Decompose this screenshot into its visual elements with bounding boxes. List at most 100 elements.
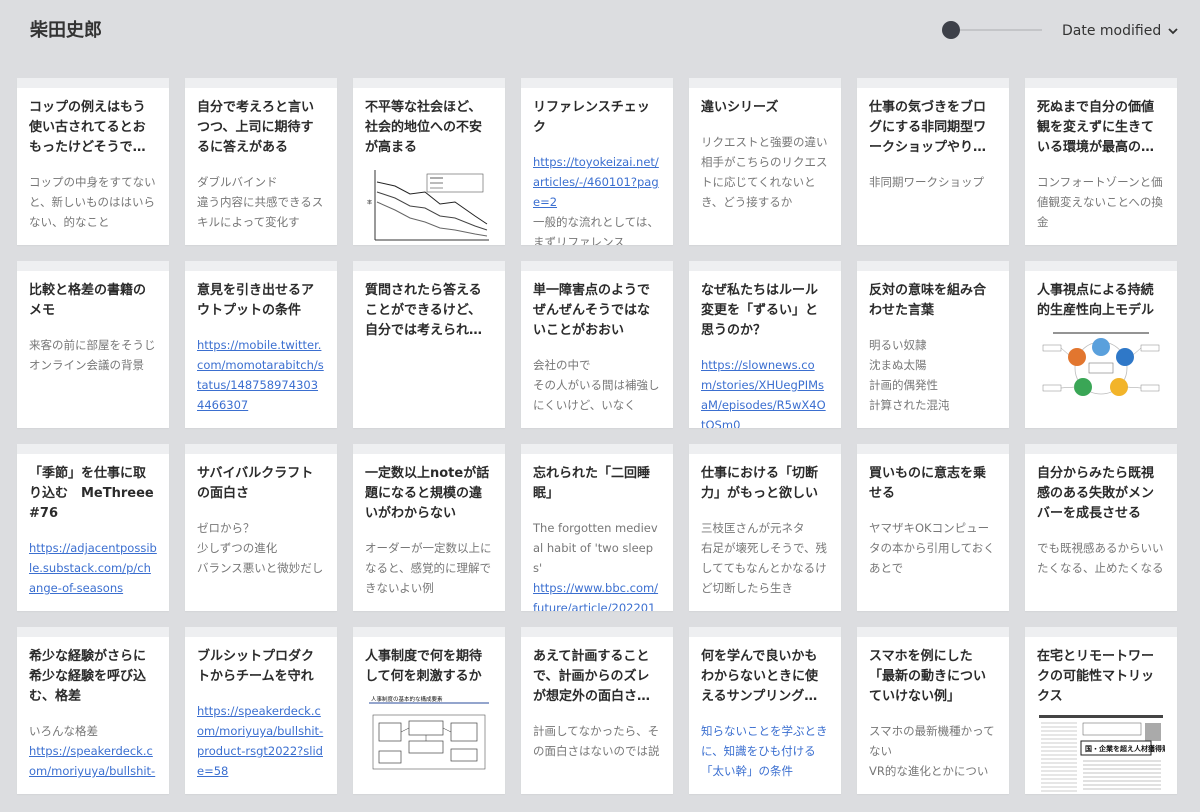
note-card-link[interactable]: https://www.bbc.com/future/article/20220… bbox=[533, 578, 661, 611]
svg-text:率: 率 bbox=[367, 199, 372, 206]
note-card-line: The forgotten medieval habit of 'two sle… bbox=[533, 521, 658, 575]
note-card[interactable]: ブルシットプロダクトからチームを守れ https://speakerdeck.co… bbox=[185, 627, 337, 794]
note-card-line: その人がいる間は補強しにくいけど、いなく bbox=[533, 378, 660, 412]
note-card[interactable]: リファレンスチェック https://toyokeizai.net/article… bbox=[521, 78, 673, 245]
note-card-body: https://mobile.twitter.com/momotarabitch… bbox=[197, 335, 325, 415]
note-card-link[interactable]: https://toyokeizai.net/articles/-/460101… bbox=[533, 152, 661, 212]
note-card-title: 質問されたら答えることができるけど、自分では考えられ… bbox=[365, 283, 483, 338]
note-card-line: 一般的な流れとしては、まずリファレンス bbox=[533, 215, 659, 245]
note-card-line: 違う内容に共感できるスキルによって変化す bbox=[197, 195, 324, 229]
note-card[interactable]: 意見を引き出せるアウトプットの条件 https://mobile.twitter.… bbox=[185, 261, 337, 428]
note-card-line: いろんな格差 bbox=[29, 724, 98, 738]
note-card-body: https://slownews.com/stories/XHUegPIMsaM… bbox=[701, 355, 829, 428]
note-card-link[interactable]: https://speakerdeck.com/moriyuya/bullshi… bbox=[29, 741, 157, 781]
app-header: 柴田史郎 Date modified bbox=[0, 0, 1200, 62]
note-card[interactable]: 忘れられた「二回睡眠」 The forgotten medieval habit … bbox=[521, 444, 673, 611]
note-card[interactable]: 在宅とリモートワークの可能性マトリックス国・企業を超え人材獲得競う bbox=[1025, 627, 1177, 794]
note-card-body: オーダーが一定数以上になると、感覚的に理解できないよい例 bbox=[365, 538, 493, 598]
note-card[interactable]: 比較と格差の書籍のメモ来客の前に部屋をそうじ オンライン会議の背景 bbox=[17, 261, 169, 428]
note-card-body: 知らないことを学ぶときに、知識をひも付ける「太い幹」の条件 bbox=[701, 721, 829, 781]
note-card-body: スマホの最新機種かってない VR的な進化とかについ bbox=[869, 721, 997, 781]
note-card-body: コップの中身をすてないと、新しいものははいらない、的なこと bbox=[29, 172, 157, 232]
note-card-title: 仕事の気づきをブログにする非同期型ワークショップやり… bbox=[869, 100, 987, 155]
note-card-title: 人事視点による持続的生産性向上モデル bbox=[1037, 283, 1155, 318]
note-card-line: 来客の前に部屋をそうじ bbox=[29, 338, 156, 352]
note-card-link[interactable]: https://slownews.com/stories/XHUegPIMsaM… bbox=[701, 355, 829, 428]
note-card-title: 仕事における「切断力」がもっと欲しい bbox=[701, 466, 819, 501]
zoom-slider-track[interactable] bbox=[950, 29, 1042, 31]
note-card[interactable]: なぜ私たちはルール変更を「ずるい」と思うのか？ https://slownews.… bbox=[689, 261, 841, 428]
note-card-body: ヤマザキOKコンピュータの本から引用しておくあとで bbox=[869, 518, 997, 578]
note-card[interactable]: スマホを例にした「最新の動きについていけない例」スマホの最新機種かってない VR的… bbox=[857, 627, 1009, 794]
note-card-line: 少しずつの進化 bbox=[197, 541, 278, 555]
note-card[interactable]: 人事視点による持続的生産性向上モデル bbox=[1025, 261, 1177, 428]
note-card-link[interactable]: https://mobile.twitter.com/momotarabitch… bbox=[197, 335, 325, 415]
note-card-line: 計画的偶発性 bbox=[869, 378, 938, 392]
zoom-slider-handle[interactable] bbox=[942, 21, 960, 39]
note-card[interactable]: 自分で考えろと言いつつ、上司に期待するに答えがある ダブルバインド 違う内容に共感で… bbox=[185, 78, 337, 245]
note-card-line: コップの中身をすてないと、新しいものははいらない、的なこと bbox=[29, 175, 156, 229]
note-card-title: 比較と格差の書籍のメモ bbox=[29, 283, 147, 318]
note-card-thumbnail bbox=[1037, 327, 1165, 409]
note-card[interactable]: 不平等な社会ほど、社会的地位への不安が高まる率 bbox=[353, 78, 505, 245]
note-card[interactable]: 買いものに意志を乗せるヤマザキOKコンピュータの本から引用しておくあとで bbox=[857, 444, 1009, 611]
note-card-body: 計画してなかったら、その面白さはないのでは説 bbox=[533, 721, 661, 761]
note-card-line: リクエストと強要の違い bbox=[701, 135, 828, 149]
note-card[interactable]: 自分からみたら既視感のある失敗がメンバーを成長させるでも既視感あるからいいたくな… bbox=[1025, 444, 1177, 611]
note-card-body: ダブルバインド違う内容に共感できるスキルによって変化す bbox=[197, 172, 325, 232]
note-card-title: サバイバルクラフトの面白さ bbox=[197, 466, 314, 501]
note-card[interactable]: 「季節」を仕事に取り込む MeThreee #76 https://adjacen… bbox=[17, 444, 169, 611]
note-card-title: 買いものに意志を乗せる bbox=[869, 466, 987, 501]
note-card-line: でも既視感あるからいいたくなる、止めたくなる bbox=[1037, 541, 1164, 575]
note-card[interactable]: 何を学んで良いかもわからないときに使えるサンプリング… 知らないことを学ぶときに、… bbox=[689, 627, 841, 794]
thumbnail-caption: 人事制度の基本的な構成要素 bbox=[371, 695, 443, 703]
note-card-body: でも既視感あるからいいたくなる、止めたくなる bbox=[1037, 538, 1165, 578]
note-card-body: https://adjacentpossible.substack.com/p/… bbox=[29, 538, 157, 598]
note-card[interactable]: 仕事における「切断力」がもっと欲しい三枝匡さんが元ネタ右足が壊死しそうで、残して… bbox=[689, 444, 841, 611]
note-card-title: スマホを例にした「最新の動きについていけない例」 bbox=[869, 649, 987, 704]
note-card-line: 相手がこちらのリクエストに応じてくれないとき、どう接するか bbox=[701, 155, 828, 209]
note-card-title: 忘れられた「二回睡眠」 bbox=[533, 466, 651, 501]
note-card-thumbnail: 国・企業を超え人材獲得競う bbox=[1037, 713, 1176, 794]
note-card-line: 三枝匡さんが元ネタ bbox=[701, 521, 805, 535]
note-card-line: コンフォートゾーンと価値観変えないことへの換金 bbox=[1037, 175, 1163, 229]
note-card-body: The forgotten medieval habit of 'two sle… bbox=[533, 518, 661, 611]
note-card[interactable]: 反対の意味を組み合わせた言葉 明るい奴隷 沈まぬ太陽 計画的偶発性 計算された混沌 bbox=[857, 261, 1009, 428]
note-card-title: ブルシットプロダクトからチームを守れ bbox=[197, 649, 315, 684]
note-card-link[interactable]: https://adjacentpossible.substack.com/p/… bbox=[29, 538, 157, 598]
zoom-slider[interactable] bbox=[942, 21, 1042, 39]
note-card[interactable]: 質問されたら答えることができるけど、自分では考えられ… bbox=[353, 261, 505, 428]
note-card-line: 右足が壊死しそうで、残しててもなんとかなるけど切断したら生き bbox=[701, 541, 828, 595]
note-card-body: https://speakerdeck.com/moriyuya/bullshi… bbox=[197, 701, 325, 781]
note-card[interactable]: 希少な経験がさらに希少な経験を呼び込む、格差 いろんな格差 https://spea… bbox=[17, 627, 169, 794]
note-card-title: 意見を引き出せるアウトプットの条件 bbox=[197, 283, 315, 318]
note-card-line: ダブルバインド bbox=[197, 175, 278, 189]
note-card-title: コップの例えはもう使い古されてるとおもったけどそうで… bbox=[29, 100, 146, 155]
note-card-body: 非同期ワークショップ bbox=[869, 172, 997, 192]
note-card-line: バランス悪いと微妙だし bbox=[197, 561, 324, 575]
note-card-body: https://toyokeizai.net/articles/-/460101… bbox=[533, 152, 661, 245]
sort-dropdown[interactable]: Date modified bbox=[1062, 20, 1179, 42]
note-card-title: リファレンスチェック bbox=[533, 100, 650, 135]
note-card-body: 三枝匡さんが元ネタ右足が壊死しそうで、残しててもなんとかなるけど切断したら生き bbox=[701, 518, 829, 598]
note-card-title: 自分からみたら既視感のある失敗がメンバーを成長させる bbox=[1037, 466, 1155, 521]
note-card-link[interactable]: https://speakerdeck.com/moriyuya/bullshi… bbox=[197, 701, 325, 781]
note-card[interactable]: 死ぬまで自分の価値観を変えずに生きている環境が最高の… コンフォートゾーンと価値観… bbox=[1025, 78, 1177, 245]
note-card-line: 沈まぬ太陽 bbox=[869, 358, 927, 372]
note-card[interactable]: あえて計画することで、計画からのズレが想定外の面白さ… 計画してなかったら、その面… bbox=[521, 627, 673, 794]
note-card-body: リクエストと強要の違い相手がこちらのリクエストに応じてくれないとき、どう接するか bbox=[701, 132, 829, 212]
note-card-body: 会社の中で その人がいる間は補強しにくいけど、いなく bbox=[533, 355, 661, 415]
note-card-line: スマホの最新機種かってない bbox=[869, 724, 995, 758]
note-card[interactable]: コップの例えはもう使い古されてるとおもったけどそうで… コップの中身をすてないと、… bbox=[17, 78, 169, 245]
note-card[interactable]: 仕事の気づきをブログにする非同期型ワークショップやり… 非同期ワークショップ bbox=[857, 78, 1009, 245]
card-grid: コップの例えはもう使い古されてるとおもったけどそうで… コップの中身をすてないと、… bbox=[17, 78, 1177, 794]
note-card[interactable]: 単一障害点のようでぜんぜんそうではないことがおおい 会社の中で その人がいる間は補強… bbox=[521, 261, 673, 428]
note-card[interactable]: サバイバルクラフトの面白さ ゼロから？ 少しずつの進化 バランス悪いと微妙だし bbox=[185, 444, 337, 611]
note-card-line: オンライン会議の背景 bbox=[29, 358, 144, 372]
note-card[interactable]: 人事制度で何を期待して何を刺激するか 人事制度の基本的な構成要素 bbox=[353, 627, 505, 794]
note-card[interactable]: 違いシリーズ リクエストと強要の違い 相手がこちらのリクエストに応じてくれないとき、… bbox=[689, 78, 841, 245]
note-card-title: 反対の意味を組み合わせた言葉 bbox=[869, 283, 987, 318]
note-card[interactable]: 一定数以上noteが話題になると規模の違いがわからない オーダーが一定数以上になる… bbox=[353, 444, 505, 611]
note-card-title: あえて計画することで、計画からのズレが想定外の面白さ… bbox=[533, 649, 651, 704]
note-card-line: 計算された混沌 bbox=[869, 398, 950, 412]
